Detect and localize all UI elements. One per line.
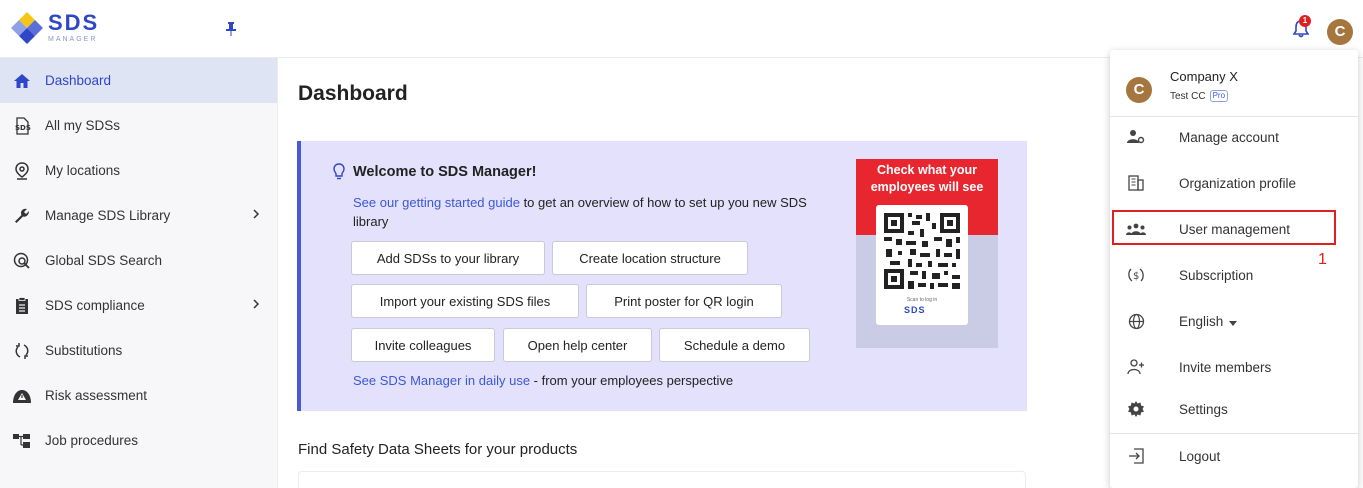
invite-colleagues-button[interactable]: Invite colleagues	[351, 328, 495, 362]
qr-poster-preview[interactable]: Check what your employees will see Scan …	[856, 159, 998, 348]
swap-icon	[12, 341, 32, 361]
notification-count-badge: 1	[1299, 15, 1311, 27]
global-search-icon	[12, 251, 32, 271]
warning-icon	[12, 386, 32, 406]
sidebar-item-global-sds-search[interactable]: Global SDS Search	[0, 238, 277, 283]
menu-item-manage-account[interactable]: Manage account	[1110, 115, 1358, 159]
menu-item-label: Subscription	[1179, 267, 1254, 283]
sidebar-item-label: My locations	[45, 163, 121, 178]
sidebar-item-label: SDS compliance	[45, 298, 145, 313]
gear-icon	[1126, 399, 1146, 419]
globe-icon	[1126, 311, 1146, 331]
sidebar-item-label: Dashboard	[45, 73, 112, 88]
daily-use-text: See SDS Manager in daily use - from your…	[353, 373, 733, 388]
sidebar-item-dashboard[interactable]: Dashboard	[0, 58, 277, 103]
home-icon	[12, 71, 32, 91]
svg-text:$: $	[1133, 271, 1139, 282]
qr-code-icon	[882, 211, 962, 291]
menu-item-logout[interactable]: Logout	[1110, 434, 1358, 478]
sidebar-item-label: Substitutions	[45, 343, 123, 358]
sidebar-item-sds-compliance[interactable]: SDS compliance	[0, 283, 277, 328]
sidebar-item-risk-assessment[interactable]: Risk assessment	[0, 373, 277, 418]
clipboard-icon	[12, 296, 32, 316]
plan-badge: Pro	[1209, 90, 1229, 102]
product-search-input[interactable]	[298, 471, 1026, 488]
sidebar-item-label: Manage SDS Library	[45, 208, 171, 223]
menu-item-label: English	[1179, 313, 1224, 329]
company-name: Company X	[1170, 69, 1238, 84]
location-pin-icon	[12, 161, 32, 181]
welcome-title: Welcome to SDS Manager!	[353, 164, 537, 180]
account-menu: C Company X Test CC Pro Manage account Or…	[1110, 50, 1358, 488]
lightbulb-icon	[333, 163, 345, 184]
poster-logo: SDS	[904, 305, 926, 315]
sidebar-item-all-my-sdss[interactable]: SDS All my SDSs	[0, 103, 277, 148]
sidebar-item-substitutions[interactable]: Substitutions	[0, 328, 277, 373]
user-avatar-button[interactable]: C	[1327, 19, 1353, 45]
menu-item-language[interactable]: English	[1110, 299, 1358, 343]
sidebar-item-label: Risk assessment	[45, 388, 148, 403]
menu-item-invite-members[interactable]: Invite members	[1110, 345, 1358, 389]
procedures-icon	[12, 431, 32, 451]
sidebar-item-label: Job procedures	[45, 433, 139, 448]
sds-manager-logo[interactable]: SDS MANAGER	[10, 10, 99, 44]
schedule-demo-button[interactable]: Schedule a demo	[659, 328, 810, 362]
daily-use-suffix: - from your employees perspective	[530, 373, 734, 388]
user-management-highlight	[1112, 210, 1336, 245]
print-poster-button[interactable]: Print poster for QR login	[586, 284, 782, 318]
sds-icon: SDS	[12, 116, 32, 136]
menu-item-organization-profile[interactable]: Organization profile	[1110, 161, 1358, 205]
svg-text:SDS: SDS	[15, 124, 31, 132]
sidebar-item-manage-sds-library[interactable]: Manage SDS Library	[0, 193, 277, 238]
welcome-text: See our getting started guide to get an …	[353, 193, 823, 231]
menu-item-label: Manage account	[1179, 129, 1279, 145]
getting-started-link[interactable]: See our getting started guide	[353, 195, 520, 210]
chevron-right-icon	[252, 208, 260, 223]
qr-card: Scan to log in SDS	[876, 205, 968, 325]
menu-avatar: C	[1126, 77, 1152, 103]
wrench-icon	[12, 206, 32, 226]
company-sub-text: Test CC	[1170, 90, 1206, 102]
menu-item-label: Organization profile	[1179, 175, 1297, 191]
caret-down-icon	[1229, 314, 1238, 329]
logo-name: SDS	[48, 9, 100, 35]
menu-item-label: Logout	[1179, 448, 1221, 464]
logo-mark-icon	[10, 10, 44, 44]
create-location-structure-button[interactable]: Create location structure	[552, 241, 748, 275]
subscription-icon: $	[1126, 265, 1146, 285]
logout-icon	[1126, 446, 1146, 466]
menu-item-label: Invite members	[1179, 359, 1272, 375]
poster-headline: Check what your employees will see	[870, 163, 984, 194]
organization-icon	[1126, 173, 1146, 193]
sidebar-item-my-locations[interactable]: My locations	[0, 148, 277, 193]
step-annotation: 1	[1318, 251, 1327, 268]
company-sub: Test CC Pro	[1170, 90, 1229, 102]
sidebar-item-label: Global SDS Search	[45, 253, 163, 268]
manage-account-icon	[1126, 127, 1146, 147]
invite-icon	[1126, 357, 1146, 377]
daily-use-link[interactable]: See SDS Manager in daily use	[353, 373, 530, 388]
open-help-center-button[interactable]: Open help center	[503, 328, 652, 362]
qr-caption: Scan to log in	[906, 297, 938, 303]
logo-sub: MANAGER	[48, 35, 98, 43]
menu-item-settings[interactable]: Settings	[1110, 387, 1358, 431]
chevron-right-icon	[252, 298, 260, 313]
pin-sidebar-icon[interactable]	[225, 22, 237, 39]
find-sds-title: Find Safety Data Sheets for your product…	[298, 441, 578, 458]
add-sdss-button[interactable]: Add SDSs to your library	[351, 241, 545, 275]
menu-item-label: Settings	[1179, 401, 1228, 417]
import-sds-files-button[interactable]: Import your existing SDS files	[351, 284, 579, 318]
page-title: Dashboard	[298, 82, 408, 105]
sidebar-item-label: All my SDSs	[45, 118, 121, 133]
sidebar-item-job-procedures[interactable]: Job procedures	[0, 418, 277, 463]
sidebar: Dashboard SDS All my SDSs My locations M…	[0, 58, 278, 488]
